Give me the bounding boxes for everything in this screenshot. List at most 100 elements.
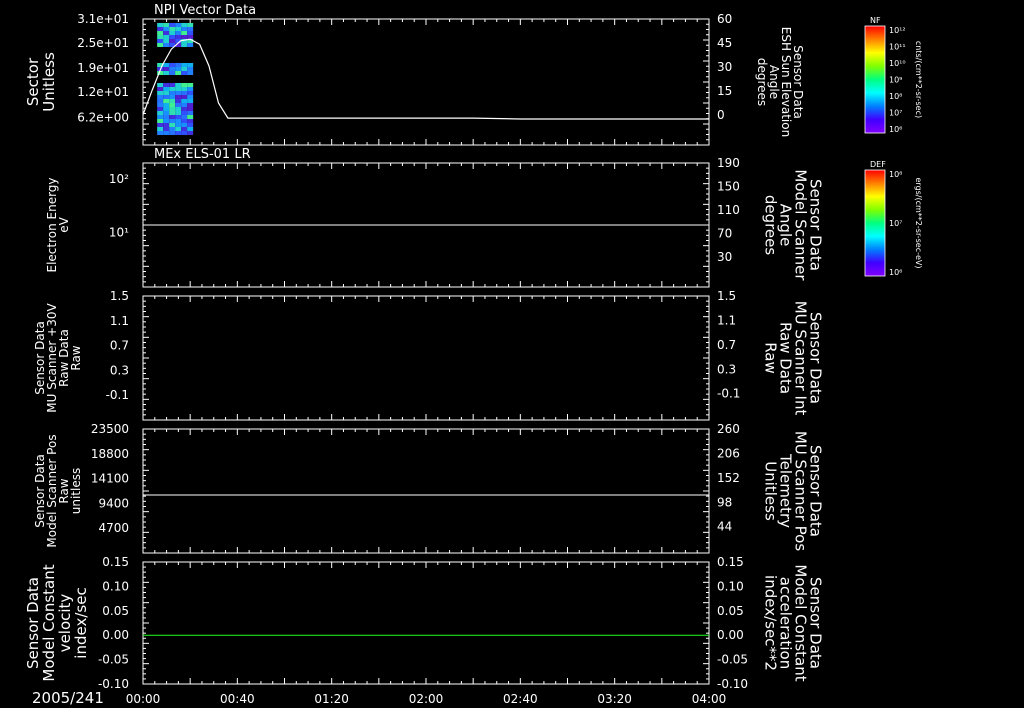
y2-tick-label: 60	[717, 12, 732, 26]
y-tick-label: 1.2e+01	[77, 85, 129, 99]
x-tick-label: 00:00	[126, 692, 161, 706]
y-tick-label: 0.15	[102, 555, 129, 569]
y2-axis-label-line: Unitless	[762, 461, 780, 521]
heatmap-cell	[169, 87, 176, 91]
y-axis-label: Sensor DataModel Constantvelocityindex/s…	[24, 564, 90, 681]
heatmap-cell	[175, 123, 182, 127]
y2-tick-label: 0.05	[717, 604, 744, 618]
heatmap-cell	[157, 123, 164, 127]
y2-tick-label: 152	[717, 471, 740, 485]
y2-tick-label: 0.10	[717, 579, 744, 593]
y-tick-label: 6.2e+00	[77, 110, 129, 124]
heatmap-cell	[163, 103, 170, 107]
colorbar-units: cnts/(cm**2-sr-sec)	[914, 41, 923, 118]
y-tick-label: 1.5	[110, 289, 129, 303]
heatmap-cell	[169, 67, 176, 71]
y-tick-label: 4700	[98, 521, 129, 535]
heatmap-cell	[163, 39, 170, 43]
y-tick-label: 1.1	[110, 314, 129, 328]
heatmap-cell	[163, 23, 170, 27]
x-tick-label: 04:00	[692, 692, 727, 706]
heatmap-cell	[157, 83, 164, 87]
heatmap-cell	[187, 123, 194, 127]
heatmap-cell	[181, 23, 188, 27]
heatmap-cell	[163, 71, 170, 75]
colorbar-nf: NF 10¹² 10¹¹ 10¹⁰ 10⁹ 10⁸ 10⁷ 10⁶ cnts/(cm**2-sr…	[864, 16, 923, 134]
y-tick-label: 18800	[91, 447, 129, 461]
y2-tick-label: 0	[717, 108, 725, 122]
heatmap-cell	[187, 23, 194, 27]
heatmap-cell	[175, 71, 182, 75]
y2-tick-label: 150	[717, 180, 740, 194]
heatmap-cell	[187, 43, 194, 47]
heatmap-cell	[187, 95, 194, 99]
chart-canvas: NPI Vector Data 3.1e+01 2.5e+01 1.9e+01 1.2e…	[24, 3, 923, 707]
heatmap-cell	[157, 43, 164, 47]
x-tick-label: 02:00	[409, 692, 444, 706]
colorbar-units-text: ergs/(cm**2-sr-sec-eV)	[914, 177, 923, 268]
y-tick-label: 10¹	[109, 225, 129, 239]
heatmap-cell	[175, 27, 182, 31]
y-tick-label: 10²	[109, 172, 129, 186]
heatmap-cell	[169, 39, 176, 43]
y2-tick-label: -0.05	[717, 653, 748, 667]
x-tick-label: 01:20	[314, 692, 349, 706]
y2-tick-label: 98	[717, 495, 732, 509]
colorbar-tick-label: 10¹¹	[889, 43, 906, 52]
y2-tick-label: 110	[717, 203, 740, 217]
heatmap-cell	[181, 99, 188, 103]
heatmap-cell	[187, 91, 194, 95]
y2-tick-label: 0.15	[717, 555, 744, 569]
heatmap-cell	[181, 91, 188, 95]
sun-elevation-line	[142, 38, 709, 120]
y2-axis-label: Sensor DataMU Scanner IntRaw DataRaw	[762, 301, 825, 416]
heatmap-cell	[175, 107, 182, 111]
y2-tick-label: 206	[717, 446, 740, 460]
colorbar-def: DEF10⁸ 10⁷ 10⁶ ergs/(cm**2-sr-sec-eV)	[864, 160, 923, 277]
y-tick-label: 3.1e+01	[77, 12, 129, 26]
heatmap-cell	[163, 99, 170, 103]
heatmap-cell	[163, 107, 170, 111]
heatmap-cell	[169, 31, 176, 35]
heatmap-cell	[157, 27, 164, 31]
colorbar-tick-label: 10¹⁰	[889, 59, 906, 68]
y2-tick-label: 30	[717, 250, 732, 264]
heatmap-cell	[181, 127, 188, 131]
heatmap-cell	[181, 123, 188, 127]
heatmap-cell	[187, 63, 194, 67]
heatmap-cell	[175, 115, 182, 119]
y-axis-label-line: unitless	[69, 468, 83, 514]
heatmap-cell	[163, 63, 170, 67]
y2-axis-label: Sensor DataMU Scanner PosTelemetryUnitle…	[762, 431, 825, 552]
heatmap-cell	[181, 63, 188, 67]
y-axis-label-line: Raw	[69, 345, 83, 370]
y2-tick-label: 0.3	[717, 362, 736, 376]
heatmap-cell	[175, 35, 182, 39]
y-tick-label: 0.05	[102, 604, 129, 618]
y2-tick-label: 45	[717, 36, 732, 50]
heatmap-cell	[181, 27, 188, 31]
heatmap-cell	[163, 35, 170, 39]
y2-tick-label: 0.00	[717, 628, 744, 642]
y2-tick-label: 0.7	[717, 338, 736, 352]
heatmap-cell	[187, 103, 194, 107]
heatmap-cell	[157, 131, 164, 135]
colorbar-tick-label: 10⁹	[889, 76, 902, 85]
heatmap-cell	[187, 35, 194, 39]
heatmap-cell	[163, 123, 170, 127]
heatmap-cell	[169, 91, 176, 95]
y-tick-label: 0.00	[102, 628, 129, 642]
y2-axis-label-line: degrees	[762, 195, 780, 256]
heatmap-cell	[157, 103, 164, 107]
heatmap-cell	[163, 87, 170, 91]
y2-tick-label: 1.5	[717, 289, 736, 303]
colorbar-label: NF	[870, 16, 881, 25]
heatmap-cell	[157, 23, 164, 27]
heatmap-cell	[187, 119, 194, 123]
heatmap-cell	[157, 115, 164, 119]
heatmap-cell	[175, 131, 182, 135]
heatmap-cell	[187, 71, 194, 75]
y-tick-label: 0.3	[110, 363, 129, 377]
heatmap-cell	[169, 83, 176, 87]
y-axis-label: Electron EnergyeV	[45, 177, 71, 272]
